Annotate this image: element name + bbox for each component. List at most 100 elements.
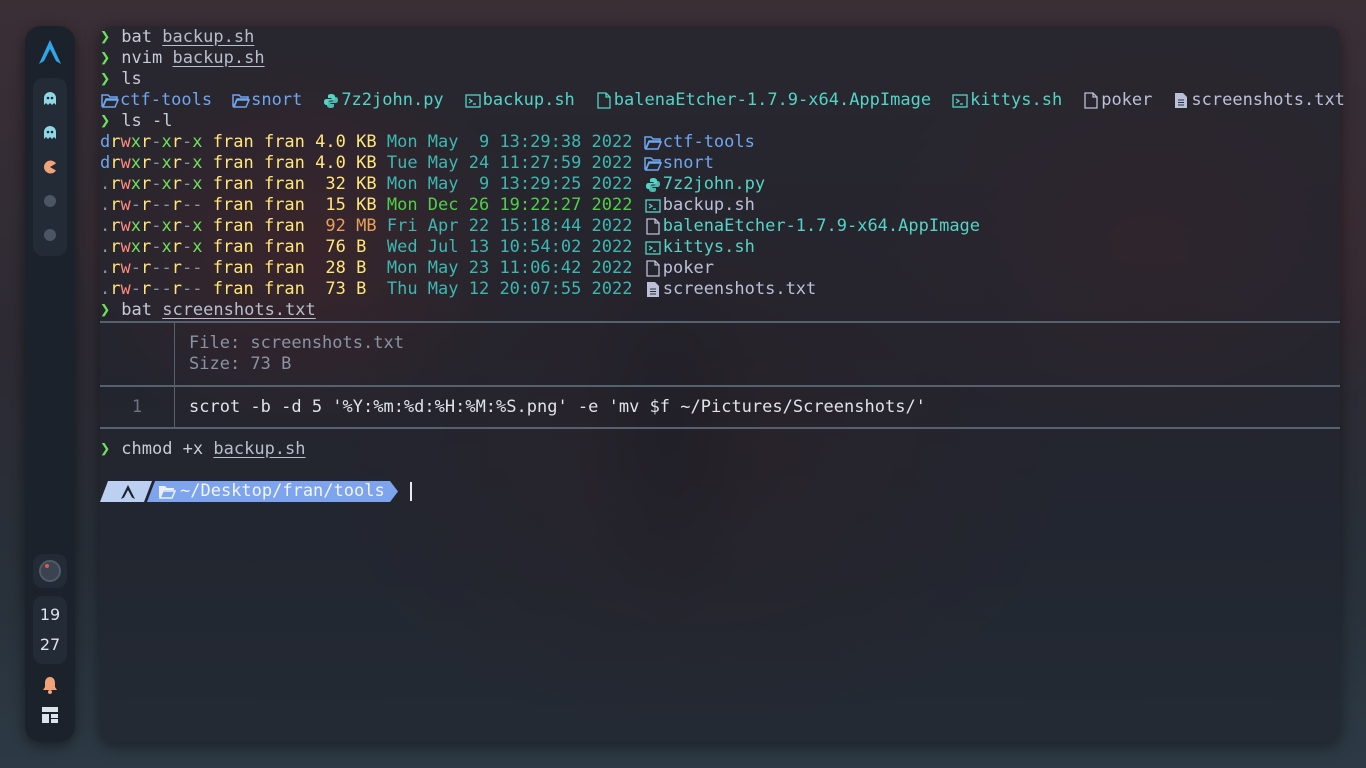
file-icon (1081, 90, 1101, 111)
ls-date: Mon May 23 11:06:42 2022 (386, 258, 633, 278)
ls-name[interactable]: snort (663, 153, 714, 174)
history-line: ❯ chmod +x backup.sh (100, 439, 306, 459)
folder-icon (643, 153, 663, 174)
text-file-icon (1171, 90, 1191, 111)
prompt-arrow-icon: ❯ (100, 27, 111, 47)
ls-perm: .rw-r--r-- (100, 258, 203, 278)
folder-icon (231, 90, 251, 111)
ls-entry[interactable]: ctf-tools (100, 90, 212, 111)
workspace-4-dot[interactable] (33, 184, 67, 218)
ls-long-row: .rwxr-xr-x fran fran 76 B Wed Jul 13 10:… (100, 237, 1340, 258)
file-icon (594, 90, 614, 111)
terminal-file-icon (643, 237, 663, 258)
terminal-window[interactable]: ❯ bat backup.sh ❯ nvim backup.sh ❯ ls ctf-t… (100, 26, 1345, 742)
ls-name[interactable]: screenshots.txt (663, 279, 817, 300)
clock: 19 27 (33, 596, 67, 664)
ls-group: fran (263, 174, 305, 194)
folder-icon (100, 90, 120, 111)
ls-group: fran (263, 132, 305, 152)
ls-entry[interactable]: poker (1081, 90, 1152, 111)
ls-entry-name: ctf-tools (120, 90, 213, 110)
ls-name[interactable]: ctf-tools (663, 132, 755, 153)
ls-entry[interactable]: snort (231, 90, 302, 111)
ls-name[interactable]: balenaEtcher-1.7.9-x64.AppImage (663, 216, 980, 237)
ls-unit: KB (356, 153, 377, 173)
ls-entry[interactable]: balenaEtcher-1.7.9-x64.AppImage (594, 90, 931, 111)
workspace-1-ghost-icon[interactable] (33, 82, 67, 116)
history-line: ❯ nvim backup.sh (100, 48, 265, 68)
ls-name[interactable]: backup.sh (663, 195, 755, 216)
ls-date: Tue May 24 11:27:59 2022 (386, 153, 633, 173)
file-icon (643, 216, 663, 237)
ls-long-row: drwxr-xr-x fran fran 4.0 KB Mon May 9 13… (100, 132, 1340, 153)
folder-open-icon (158, 484, 176, 499)
ls-name[interactable]: poker (663, 258, 714, 279)
history-line: ❯ ls (100, 69, 142, 89)
ls-entry-name: balenaEtcher-1.7.9-x64.AppImage (613, 90, 932, 110)
history-line: ❯ ls -l (100, 111, 173, 131)
bat-file-label: File: screenshots.txt (189, 333, 404, 353)
workspace-2-ghost-icon[interactable] (33, 116, 67, 150)
ls-user: fran (212, 279, 254, 299)
text-file-icon (643, 279, 663, 300)
workspace-5-dot[interactable] (33, 218, 67, 252)
ls-long-row: .rwxr-xr-x fran fran 92 MB Fri Apr 22 15… (100, 216, 1340, 237)
ls-long-row: .rw-r--r-- fran fran 15 KB Mon Dec 26 19… (100, 195, 1340, 216)
ls-unit: B (356, 237, 377, 257)
ls-entry[interactable]: 7z2john.py (321, 90, 444, 111)
ls-size: 4.0 (315, 132, 346, 152)
ls-user: fran (212, 174, 254, 194)
ls-date: Mon Dec 26 19:22:27 2022 (386, 195, 633, 215)
workspace-3-pacman-icon[interactable] (33, 150, 67, 184)
terminal-file-icon (463, 90, 483, 111)
ls-size: 73 (315, 279, 346, 299)
volume-knob[interactable] (33, 554, 67, 588)
ls-entry[interactable]: kittys.sh (950, 90, 1062, 111)
ls-unit: KB (356, 174, 377, 194)
ls-long-row: .rw-r--r-- fran fran 73 B Thu May 12 20:… (100, 279, 1340, 300)
ls-group: fran (263, 195, 305, 215)
ls-user: fran (212, 153, 254, 173)
ls-unit: B (356, 258, 377, 278)
ls-perm: .rwxr-xr-x (100, 237, 203, 257)
ls-long-output: drwxr-xr-x fran fran 4.0 KB Mon May 9 13… (100, 132, 1340, 300)
volume-knob-icon (39, 560, 61, 582)
ls-date: Fri Apr 22 15:18:44 2022 (386, 216, 633, 236)
ls-size: 92 (315, 216, 346, 236)
bat-output: File: screenshots.txt Size: 73 B 1 scrot… (100, 321, 1340, 429)
ls-entry-name: screenshots.txt (1191, 90, 1345, 110)
layout-grid-icon[interactable] (33, 700, 67, 730)
ls-user: fran (212, 132, 254, 152)
ls-perm: .rw-r--r-- (100, 195, 203, 215)
bat-size-label: Size: 73 B (189, 354, 292, 374)
ls-perm: .rwxr-xr-x (100, 216, 203, 236)
ls-entry[interactable]: screenshots.txt (1171, 90, 1345, 111)
ls-entry-name: kittys.sh (970, 90, 1063, 110)
notification-bell-icon[interactable] (33, 670, 67, 700)
ls-entry-name: 7z2john.py (341, 90, 444, 110)
python-icon (321, 90, 341, 111)
ls-name[interactable]: kittys.sh (663, 237, 755, 258)
ls-name[interactable]: 7z2john.py (663, 174, 765, 195)
ls-size: 15 (315, 195, 346, 215)
ls-date: Wed Jul 13 10:54:02 2022 (386, 237, 633, 257)
arch-logo-icon[interactable] (36, 38, 64, 66)
ls-unit: B (356, 279, 377, 299)
ls-group: fran (263, 216, 305, 236)
bat-line-content: scrot -b -d 5 '%Y:%m:%d:%H:%M:%S.png' -e… (189, 397, 926, 417)
text-cursor (410, 482, 412, 501)
ls-unit: KB (356, 195, 377, 215)
shell-prompt: ~/Desktop/fran/tools (100, 481, 1340, 502)
prompt-arrow-icon: ❯ (100, 111, 111, 131)
prompt-arrow-icon: ❯ (100, 300, 111, 320)
ls-entry-name: backup.sh (482, 90, 575, 110)
ls-entry[interactable]: backup.sh (463, 90, 575, 111)
ls-unit: MB (356, 216, 377, 236)
ls-group: fran (263, 258, 305, 278)
workspace-list (33, 78, 67, 256)
ls-perm: .rwxr-xr-x (100, 174, 203, 194)
file-icon (643, 258, 663, 279)
ls-perm: drwxr-xr-x (100, 153, 203, 173)
history-line: ❯ bat backup.sh (100, 27, 255, 47)
history-line: ❯ bat screenshots.txt (100, 300, 316, 320)
